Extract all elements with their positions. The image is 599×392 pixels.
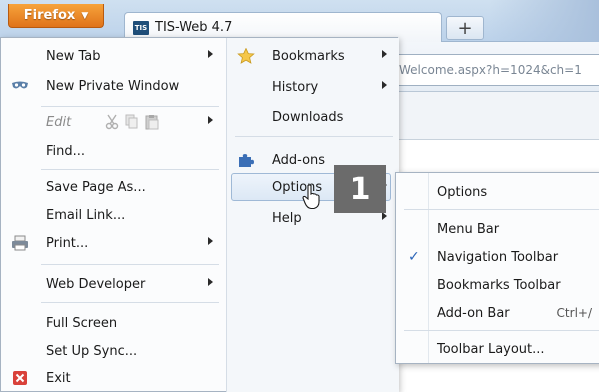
menu-separator [41, 106, 219, 107]
star-icon [237, 48, 255, 64]
menu-item-web-developer[interactable]: Web Developer [1, 272, 225, 296]
submenu-item-add-on-bar[interactable]: Add-on Bar Ctrl+/ [396, 301, 599, 325]
checkmark-icon: ✓ [408, 249, 420, 265]
menu-separator [404, 330, 599, 331]
menu-item-save-page-as[interactable]: Save Page As... [1, 175, 225, 199]
menu-item-downloads[interactable]: Downloads [227, 105, 399, 129]
tab-title: TIS-Web 4.7 [155, 20, 233, 35]
new-tab-button[interactable]: + [446, 16, 484, 40]
submenu-arrow-icon [208, 50, 213, 58]
submenu-item-bookmarks-toolbar[interactable]: Bookmarks Toolbar [396, 273, 599, 297]
menu-separator [235, 136, 393, 137]
menu-item-email-link[interactable]: Email Link... [1, 203, 225, 227]
puzzle-piece-icon [239, 154, 254, 167]
firefox-main-menu: New Tab New Private Window Edit Find... … [0, 37, 399, 392]
menu-item-bookmarks[interactable]: Bookmarks [227, 44, 399, 68]
submenu-item-menu-bar[interactable]: Menu Bar [396, 217, 599, 241]
menu-separator [404, 209, 599, 210]
firefox-menu-button[interactable]: Firefox ▼ [8, 4, 104, 28]
private-mask-icon [12, 81, 28, 89]
submenu-arrow-icon [382, 212, 387, 220]
submenu-arrow-icon [208, 116, 213, 124]
menu-item-edit[interactable]: Edit [1, 110, 225, 134]
submenu-item-options[interactable]: Options [396, 180, 599, 204]
submenu-arrow-icon [382, 81, 387, 89]
submenu-item-navigation-toolbar[interactable]: ✓ Navigation Toolbar [396, 245, 599, 269]
url-bar[interactable]: Welcome.aspx?h=1024&ch=1 [390, 54, 599, 86]
menu-item-history[interactable]: History [227, 75, 399, 99]
options-submenu: Options Menu Bar ✓ Navigation Toolbar Bo… [395, 172, 599, 364]
tis-favicon-icon: TIS [133, 20, 149, 35]
menu-item-new-tab[interactable]: New Tab [1, 44, 225, 68]
menu-item-print[interactable]: Print... [1, 231, 225, 255]
cut-icon [105, 114, 119, 130]
submenu-arrow-icon [208, 237, 213, 245]
submenu-item-toolbar-layout[interactable]: Toolbar Layout... [396, 337, 599, 361]
menu-item-find[interactable]: Find... [1, 139, 225, 163]
chevron-down-icon: ▼ [81, 10, 89, 21]
firefox-button-label: Firefox [23, 8, 76, 23]
menu-item-new-private-window[interactable]: New Private Window [1, 74, 225, 98]
copy-icon [125, 114, 138, 129]
menu-item-full-screen[interactable]: Full Screen [1, 311, 225, 335]
shortcut-label: Ctrl+/ [556, 306, 592, 320]
submenu-arrow-icon [208, 278, 213, 286]
printer-icon [12, 235, 28, 251]
menu-separator [41, 302, 219, 303]
menu-item-exit[interactable]: Exit [1, 366, 225, 390]
submenu-arrow-icon [382, 50, 387, 58]
exit-icon [13, 371, 27, 385]
menu-separator [41, 264, 219, 265]
step-number-badge: 1 [334, 165, 386, 213]
paste-icon [145, 115, 159, 130]
main-menu-left-column: New Tab New Private Window Edit Find... … [1, 38, 227, 392]
main-menu-right-column: Bookmarks History Downloads Add-ons Opti… [227, 38, 399, 392]
menu-separator [41, 169, 219, 170]
menu-item-set-up-sync[interactable]: Set Up Sync... [1, 339, 225, 363]
hand-cursor-icon [302, 184, 320, 210]
